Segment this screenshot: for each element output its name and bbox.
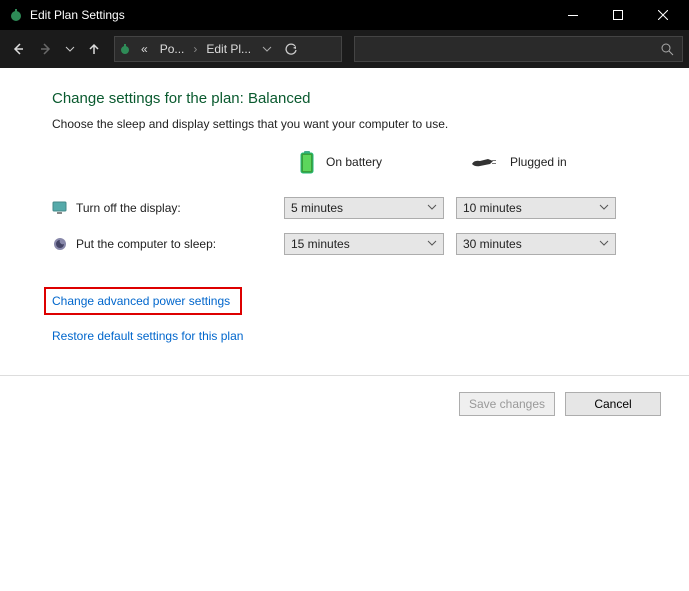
navbar: « Po... › Edit Pl... [0,30,689,68]
close-button[interactable] [640,0,685,30]
sleep-battery-select[interactable]: 15 minutes [284,233,444,255]
chevron-down-icon [427,237,437,251]
row-display: Turn off the display: 5 minutes 10 minut… [52,197,645,219]
page-subtext: Choose the sleep and display settings th… [52,117,645,131]
save-button-label: Save changes [469,397,545,411]
advanced-settings-link[interactable]: Change advanced power settings [52,294,230,308]
chevron-down-icon [599,201,609,215]
breadcrumb-prefix[interactable]: « [135,37,154,61]
search-icon [661,43,674,56]
links-section: Change advanced power settings Restore d… [52,287,645,359]
address-icon [115,42,135,56]
col-header-battery-label: On battery [326,155,382,169]
row-display-label: Turn off the display: [52,200,272,216]
row-sleep-label: Put the computer to sleep: [52,236,272,252]
history-dropdown[interactable] [62,35,78,63]
sleep-plugged-value: 30 minutes [463,237,522,251]
window-title: Edit Plan Settings [30,8,550,22]
display-battery-value: 5 minutes [291,201,343,215]
address-dropdown-icon[interactable] [257,44,277,54]
row-sleep-text: Put the computer to sleep: [76,237,216,251]
button-row: Save changes Cancel [0,375,689,432]
refresh-button[interactable] [277,43,305,56]
sleep-battery-value: 15 minutes [291,237,350,251]
restore-defaults-link[interactable]: Restore default settings for this plan [52,329,243,343]
titlebar: Edit Plan Settings [0,0,689,30]
col-header-plugged: Plugged in [470,154,630,170]
chevron-down-icon [427,201,437,215]
breadcrumb-seg-2[interactable]: Edit Pl... [200,37,257,61]
display-plugged-select[interactable]: 10 minutes [456,197,616,219]
search-input[interactable] [354,36,683,62]
page-heading: Change settings for the plan: Balanced [52,90,645,107]
column-headers: On battery Plugged in [52,149,645,175]
up-button[interactable] [82,35,106,63]
maximize-button[interactable] [595,0,640,30]
plug-icon [470,154,500,170]
cancel-button-label: Cancel [594,397,631,411]
col-header-battery: On battery [298,149,458,175]
content-area: Change settings for the plan: Balanced C… [0,68,689,369]
window-controls [550,0,685,30]
sleep-icon [52,236,68,252]
breadcrumb-seg-1[interactable]: Po... [154,37,191,61]
forward-button[interactable] [34,35,58,63]
cancel-button[interactable]: Cancel [565,392,661,416]
minimize-button[interactable] [550,0,595,30]
col-header-plugged-label: Plugged in [510,155,567,169]
save-button[interactable]: Save changes [459,392,555,416]
display-battery-select[interactable]: 5 minutes [284,197,444,219]
row-display-text: Turn off the display: [76,201,181,215]
app-icon [8,7,24,23]
battery-icon [298,149,316,175]
highlight-box: Change advanced power settings [44,287,242,315]
breadcrumb-sep-icon: › [190,42,200,56]
sleep-plugged-select[interactable]: 30 minutes [456,233,616,255]
display-plugged-value: 10 minutes [463,201,522,215]
display-icon [52,200,68,216]
back-button[interactable] [6,35,30,63]
row-sleep: Put the computer to sleep: 15 minutes 30… [52,233,645,255]
address-bar[interactable]: « Po... › Edit Pl... [114,36,342,62]
chevron-down-icon [599,237,609,251]
